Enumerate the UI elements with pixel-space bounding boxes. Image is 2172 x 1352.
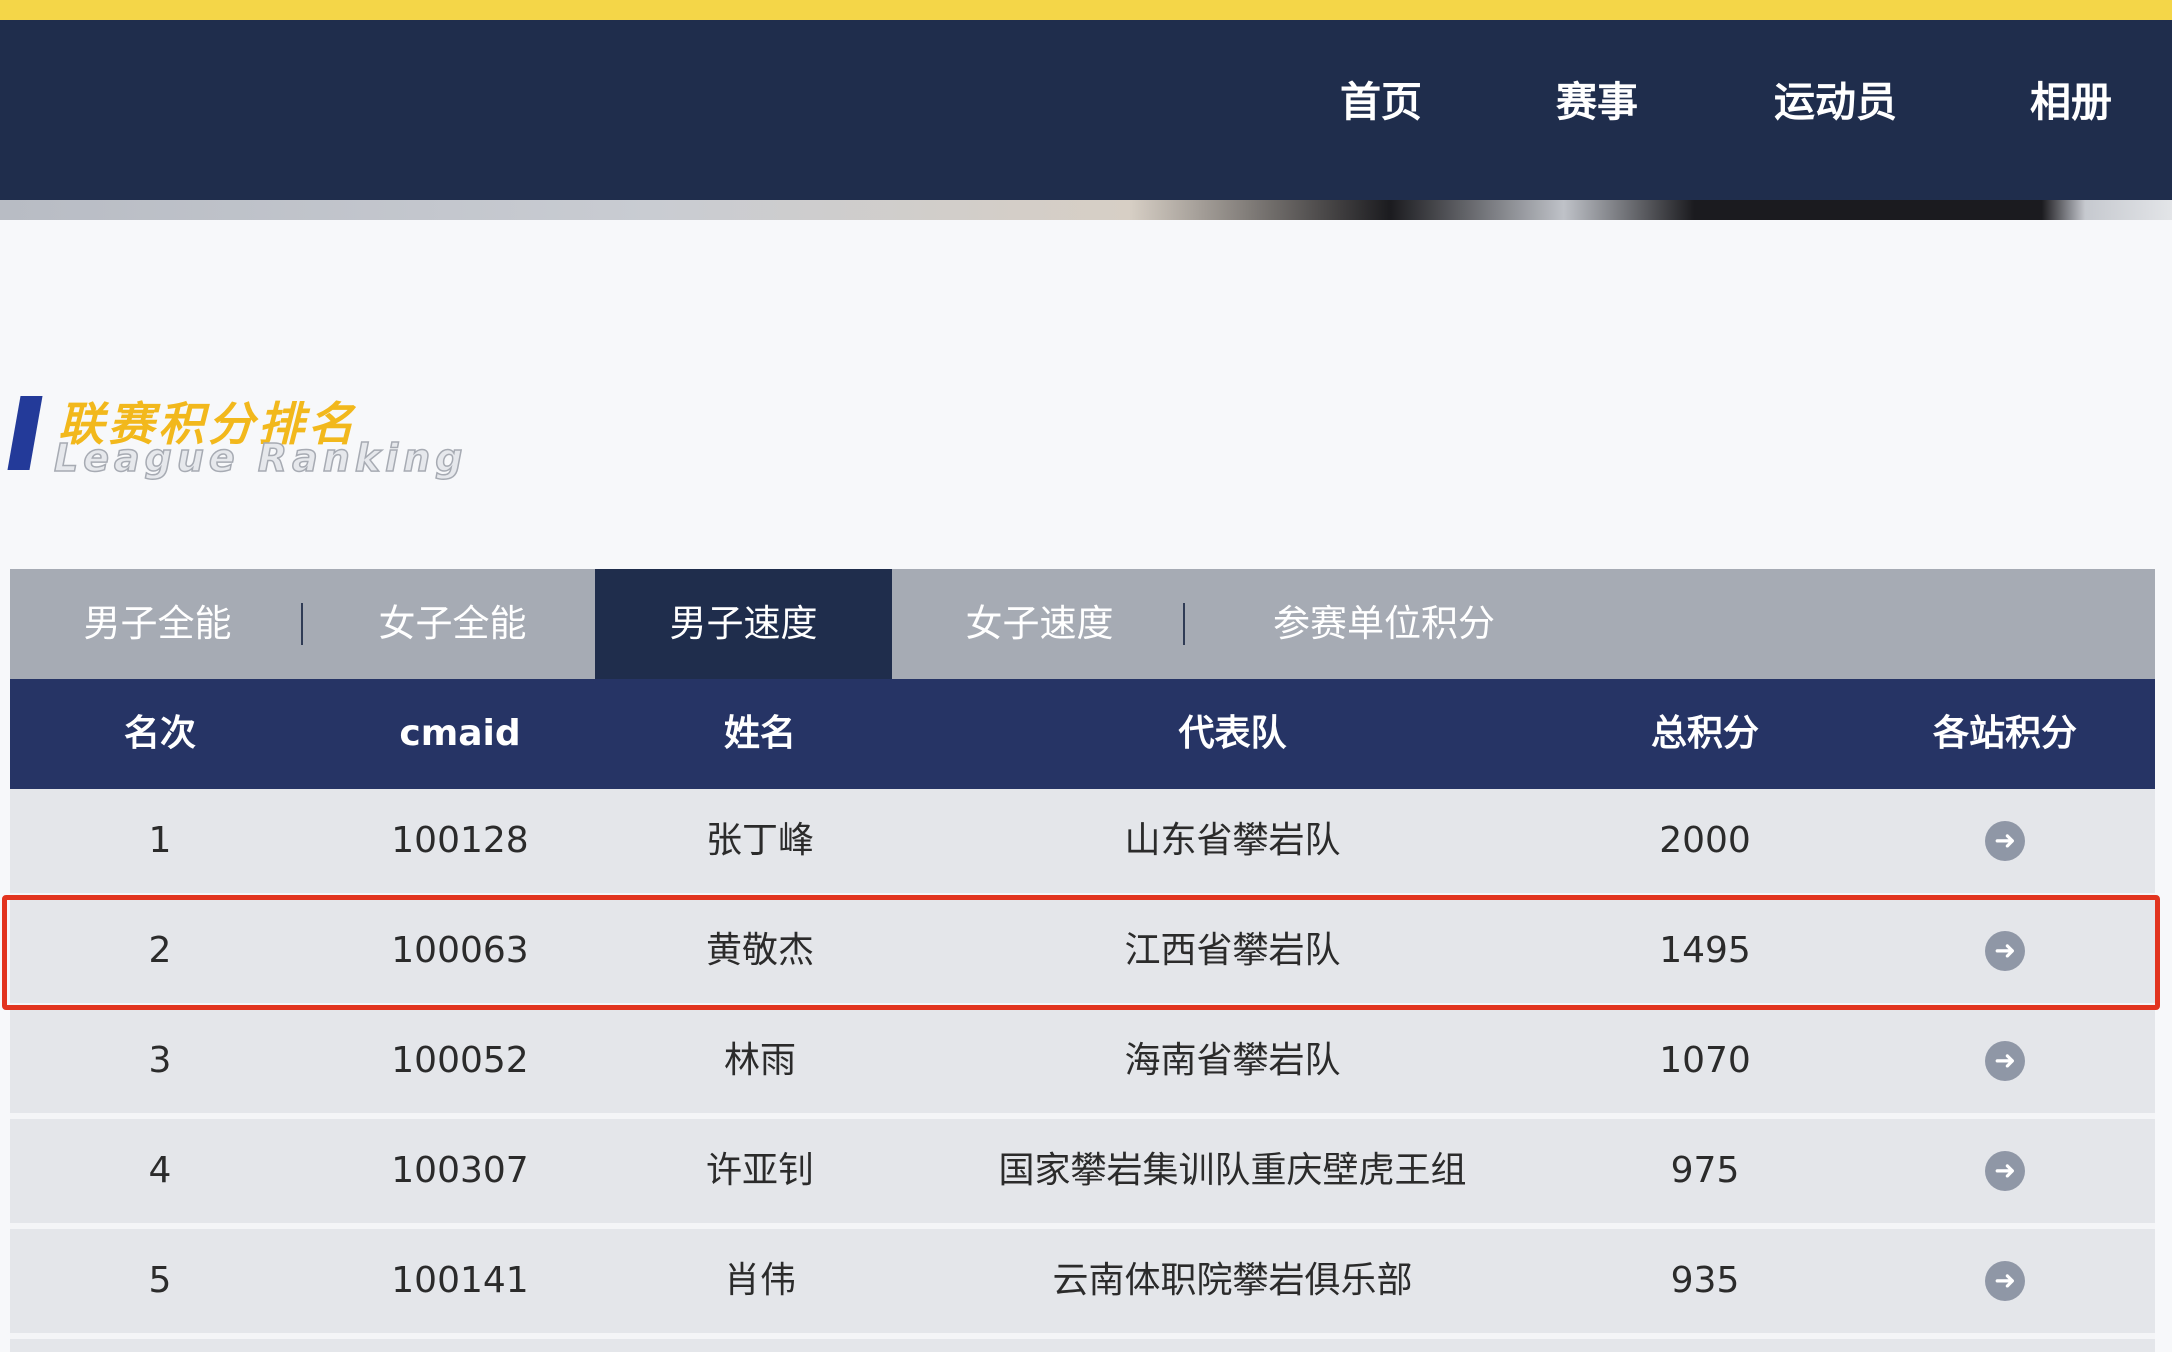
arrow-right-circle-icon[interactable]: ➜ bbox=[1985, 1151, 2025, 1191]
header-station-points: 各站积分 bbox=[1932, 713, 2077, 754]
table-row: 3 100052 林雨 海南省攀岩队 1070 ➜ bbox=[10, 1009, 2155, 1113]
cell-rank: 1 bbox=[148, 820, 172, 861]
nav-item-athletes[interactable]: 运动员 bbox=[1774, 72, 1897, 132]
nav-item-home[interactable]: 首页 bbox=[1340, 72, 1422, 132]
cell-team: 云南体职院攀岩俱乐部 bbox=[1052, 1260, 1413, 1301]
top-navbar: 首页 赛事 运动员 相册 bbox=[0, 20, 2172, 200]
arrow-right-circle-icon[interactable]: ➜ bbox=[1985, 1041, 2025, 1081]
banner-image-edge bbox=[0, 200, 2172, 220]
cell-cmaid: 100307 bbox=[391, 1150, 529, 1191]
cell-name: 张丁峰 bbox=[705, 820, 814, 861]
arrow-right-circle-icon[interactable]: ➜ bbox=[1985, 821, 2025, 861]
cell-team: 江西省攀岩队 bbox=[1124, 930, 1341, 971]
section-title-en: League Ranking bbox=[53, 435, 468, 481]
cell-cmaid: 100052 bbox=[391, 1040, 529, 1081]
header-name: 姓名 bbox=[723, 713, 796, 754]
table-row: 5 100141 肖伟 云南体职院攀岩俱乐部 935 ➜ bbox=[10, 1229, 2155, 1333]
tab-men-speed[interactable]: 男子速度 bbox=[595, 569, 892, 679]
header-total-points: 总积分 bbox=[1650, 713, 1759, 754]
cell-total-points: 1495 bbox=[1659, 930, 1751, 971]
cell-rank: 3 bbox=[148, 1040, 172, 1081]
arrow-right-circle-icon[interactable]: ➜ bbox=[1985, 1261, 2025, 1301]
cell-name: 肖伟 bbox=[723, 1260, 796, 1301]
cell-team: 山东省攀岩队 bbox=[1124, 820, 1341, 861]
header-rank: 名次 bbox=[123, 713, 196, 754]
cell-cmaid: 100128 bbox=[391, 820, 529, 861]
nav-item-events[interactable]: 赛事 bbox=[1556, 72, 1638, 132]
header-team: 代表队 bbox=[1178, 713, 1287, 754]
header-cmaid: cmaid bbox=[399, 713, 521, 754]
cell-team: 国家攀岩集训队重庆壁虎王组 bbox=[998, 1150, 1467, 1191]
tab-separator bbox=[1183, 603, 1185, 645]
tab-separator bbox=[301, 603, 303, 645]
cell-name: 林雨 bbox=[723, 1040, 796, 1081]
ranking-tabs: 男子全能 女子全能 男子速度 女子速度 参赛单位积分 bbox=[10, 569, 2155, 679]
cell-rank: 2 bbox=[148, 930, 172, 971]
cell-total-points: 975 bbox=[1670, 1150, 1740, 1191]
table-header: 名次 cmaid 姓名 代表队 总积分 各站积分 bbox=[10, 679, 2155, 789]
cell-name: 许亚钊 bbox=[705, 1150, 814, 1191]
table-row-partial bbox=[10, 1339, 2155, 1352]
tab-team-points[interactable]: 参赛单位积分 bbox=[1187, 569, 1581, 679]
cell-total-points: 935 bbox=[1670, 1260, 1740, 1301]
section-title: 联赛积分排名 League Ranking bbox=[7, 388, 490, 488]
cell-cmaid: 100063 bbox=[391, 930, 529, 971]
cell-rank: 4 bbox=[148, 1150, 172, 1191]
title-accent-bar bbox=[7, 396, 43, 470]
arrow-right-circle-icon[interactable]: ➜ bbox=[1985, 931, 2025, 971]
cell-team: 海南省攀岩队 bbox=[1124, 1040, 1341, 1081]
table-row: 1 100128 张丁峰 山东省攀岩队 2000 ➜ bbox=[10, 789, 2155, 893]
cell-total-points: 2000 bbox=[1659, 820, 1751, 861]
tab-women-speed[interactable]: 女子速度 bbox=[892, 569, 1187, 679]
table-row: 4 100307 许亚钊 国家攀岩集训队重庆壁虎王组 975 ➜ bbox=[10, 1119, 2155, 1223]
tab-men-overall[interactable]: 男子全能 bbox=[10, 569, 305, 679]
cell-total-points: 1070 bbox=[1659, 1040, 1751, 1081]
cell-cmaid: 100141 bbox=[391, 1260, 529, 1301]
cell-name: 黄敬杰 bbox=[705, 930, 814, 971]
tab-women-overall[interactable]: 女子全能 bbox=[305, 569, 600, 679]
cell-rank: 5 bbox=[148, 1260, 172, 1301]
nav-item-album[interactable]: 相册 bbox=[2030, 72, 2112, 132]
top-accent-stripe bbox=[0, 0, 2172, 20]
table-row: 2 100063 黄敬杰 江西省攀岩队 1495 ➜ bbox=[10, 899, 2155, 1003]
